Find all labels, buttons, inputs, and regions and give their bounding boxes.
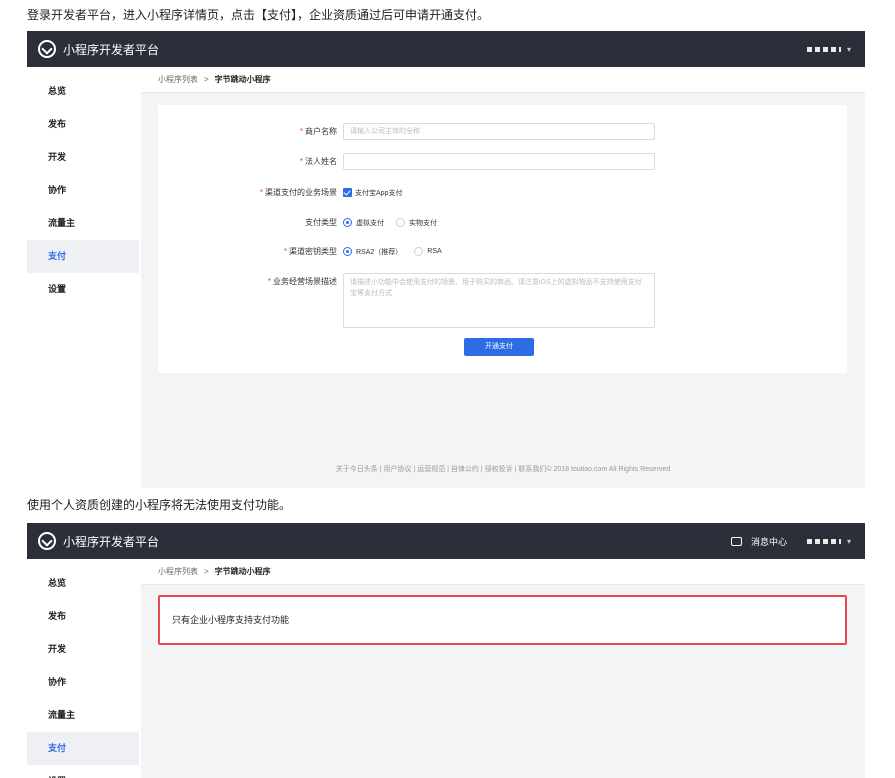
chevron-down-icon[interactable]: ▾ [847, 45, 851, 54]
paytype-virtual-radio[interactable]: 虚拟支付 [343, 218, 384, 228]
sign-row: * 渠道密钥类型 RSA2（推荐） RSA [283, 247, 442, 257]
sidebar-item-collab[interactable]: 协作 [27, 174, 139, 207]
sidebar-item-settings[interactable]: 设置 [27, 765, 139, 778]
breadcrumb-current: 字节跳动小程序 [214, 567, 271, 576]
scene-checkbox[interactable]: 支付宝App支付 [343, 188, 402, 198]
legal-label: 法人姓名 [305, 157, 337, 166]
top-bar: 小程序开发者平台 消息中心 ▾ [27, 523, 865, 559]
radio-unselected-icon[interactable] [396, 218, 405, 227]
caption-second: 使用个人资质创建的小程序将无法使用支付功能。 [27, 498, 292, 512]
breadcrumb-current: 字节跳动小程序 [214, 75, 271, 84]
breadcrumb-list-link[interactable]: 小程序列表 [158, 75, 198, 84]
screenshot-payment-form: 小程序开发者平台 ▾ 总览 发布 开发 协作 流量主 支付 设置 小程序列表 > 字… [27, 31, 865, 488]
chevron-down-icon[interactable]: ▾ [847, 537, 851, 546]
breadcrumb-separator: > [204, 567, 209, 576]
sidebar-item-payment[interactable]: 支付 [27, 240, 139, 273]
user-name-blurred[interactable] [806, 538, 841, 544]
paytype-physical-label: 实物支付 [409, 219, 437, 227]
sidebar-item-traffic[interactable]: 流量主 [27, 207, 139, 240]
breadcrumb: 小程序列表 > 字节跳动小程序 [141, 559, 865, 585]
caption-first: 登录开发者平台，进入小程序详情页，点击【支付】，企业资质通过后可申请开通支付。 [27, 8, 490, 22]
sidebar-item-collab[interactable]: 协作 [27, 666, 139, 699]
message-center-link[interactable]: 消息中心 [751, 535, 787, 548]
radio-selected-icon[interactable] [343, 218, 352, 227]
breadcrumb-list-link[interactable]: 小程序列表 [158, 567, 198, 576]
sidebar-item-develop[interactable]: 开发 [27, 141, 139, 174]
sidebar-item-develop[interactable]: 开发 [27, 633, 139, 666]
paytype-row: 支付类型 虚拟支付 实物支付 [158, 217, 449, 228]
logo-icon [38, 40, 56, 58]
sidebar-item-overview[interactable]: 总览 [27, 567, 139, 600]
paytype-virtual-label: 虚拟支付 [356, 219, 384, 227]
enterprise-only-notice: 只有企业小程序支持支付功能 [158, 595, 847, 645]
sidebar: 总览 发布 开发 协作 流量主 支付 设置 [27, 67, 141, 488]
paytype-physical-radio[interactable]: 实物支付 [396, 218, 437, 228]
merchant-input[interactable]: 请输入公司主体的全称 [343, 123, 655, 140]
legal-row: * 法人姓名 [158, 153, 655, 170]
sign-rsa2-label: RSA2（推荐） [356, 248, 403, 256]
open-payment-button[interactable]: 开通支付 [464, 338, 534, 356]
sign-rsa-radio[interactable]: RSA [414, 247, 442, 256]
sidebar-item-traffic[interactable]: 流量主 [27, 699, 139, 732]
sign-rsa2-radio[interactable]: RSA2（推荐） [343, 247, 402, 257]
scene-label: 渠道支付的业务场景 [265, 188, 337, 197]
breadcrumb: 小程序列表 > 字节跳动小程序 [141, 67, 865, 93]
checkbox-checked-icon[interactable] [343, 188, 352, 197]
sign-label: 渠道密钥类型 [289, 247, 337, 256]
brand-title: 小程序开发者平台 [63, 42, 160, 57]
scene-option-label: 支付宝App支付 [355, 189, 403, 197]
merchant-label: 商户名称 [305, 127, 337, 136]
legal-name-input[interactable] [343, 153, 655, 170]
user-menu[interactable]: ▾ [806, 45, 865, 54]
sidebar: 总览 发布 开发 协作 流量主 支付 设置 [27, 559, 141, 778]
merchant-row: * 商户名称 请输入公司主体的全称 [158, 123, 655, 140]
desc-textarea[interactable]: 请描述小功能中会使用支付的场景、用于购买的商品、请注意iOS上的虚拟物品不支持使… [343, 273, 655, 328]
footer-links: 关于今日头条 | 用户协议 | 运营规范 | 自律公约 | 侵权投诉 | 联系我… [335, 466, 671, 473]
message-icon[interactable] [730, 536, 742, 546]
sidebar-item-settings[interactable]: 设置 [27, 273, 139, 306]
sidebar-item-publish[interactable]: 发布 [27, 108, 139, 141]
breadcrumb-separator: > [204, 75, 209, 84]
logo-icon [38, 532, 56, 550]
payment-form-panel: * 商户名称 请输入公司主体的全称 * 法人姓名 * 渠道支付的业务场景 支付宝App… [158, 105, 847, 373]
sign-rsa-label: RSA [427, 248, 442, 255]
sidebar-item-overview[interactable]: 总览 [27, 75, 139, 108]
radio-selected-icon[interactable] [343, 247, 352, 256]
desc-row: * 业务经营场景描述 请描述小功能中会使用支付的场景、用于购买的商品、请注意iOS… [158, 273, 655, 328]
sidebar-item-publish[interactable]: 发布 [27, 600, 139, 633]
user-name-blurred[interactable] [806, 46, 841, 52]
scene-row: * 渠道支付的业务场景 支付宝App支付 [259, 188, 403, 198]
top-bar: 小程序开发者平台 ▾ [27, 31, 865, 67]
desc-label: 业务经营场景描述 [273, 277, 337, 286]
paytype-label: 支付类型 [305, 218, 337, 227]
brand-title: 小程序开发者平台 [63, 534, 160, 549]
user-menu[interactable]: 消息中心 ▾ [730, 535, 865, 548]
sidebar-item-payment[interactable]: 支付 [27, 732, 139, 765]
radio-unselected-icon[interactable] [414, 247, 424, 256]
screenshot-personal-account: 小程序开发者平台 消息中心 ▾ 总览 发布 开发 协作 流量主 支付 设置 小程… [27, 523, 865, 778]
